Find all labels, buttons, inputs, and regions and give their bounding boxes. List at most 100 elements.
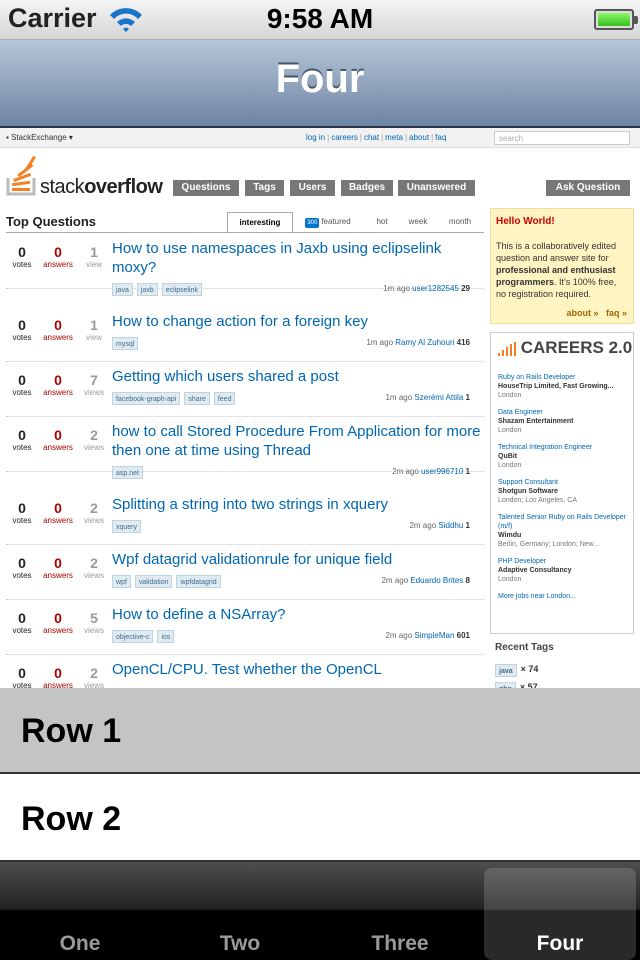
answer-count: 0 answers — [43, 427, 73, 452]
top-link[interactable]: faq — [435, 133, 446, 142]
careers-box: CAREERS 2.0 Ruby on Rails Developer House… — [490, 332, 634, 634]
job-title[interactable]: Data Engineer — [498, 408, 628, 417]
question-meta: 1m ago Ramy Al Zuhouri 416 — [366, 338, 470, 347]
about-link[interactable]: about » — [566, 308, 598, 318]
nav-title: Four — [275, 57, 365, 101]
nav-badges[interactable]: Badges — [341, 180, 393, 196]
faq-link[interactable]: faq » — [606, 308, 627, 318]
recent-tag-name[interactable]: java — [495, 664, 517, 677]
question-tag[interactable]: jaxb — [136, 283, 158, 296]
more-jobs-link[interactable]: More jobs near London... — [498, 592, 628, 601]
question-tag[interactable]: share — [184, 392, 210, 405]
user-rep: 1 — [465, 393, 470, 402]
job-listing[interactable]: Talented Senior Ruby on Rails Developer … — [498, 513, 628, 549]
question-tag[interactable]: mysql — [112, 337, 139, 350]
top-link[interactable]: log in — [306, 133, 325, 142]
user-link[interactable]: user996710 — [421, 467, 463, 476]
job-title[interactable]: PHP Developer — [498, 557, 628, 566]
top-link[interactable]: meta — [385, 133, 403, 142]
ask-question-button[interactable]: Ask Question — [546, 180, 630, 196]
question-title[interactable]: How to define a NSArray? — [112, 605, 482, 624]
tab-week[interactable]: week — [403, 212, 433, 232]
question-title[interactable]: Getting which users shared a post — [112, 367, 482, 386]
answer-count: 0 answers — [43, 610, 73, 635]
question-tag[interactable]: asp.net — [112, 466, 143, 479]
job-listing[interactable]: Ruby on Rails Developer HouseTrip Limited… — [498, 373, 628, 400]
recent-tags-title: Recent Tags — [495, 642, 554, 653]
stack-logo-icon — [6, 156, 36, 196]
user-link[interactable]: Eduardo Brites — [410, 576, 463, 585]
nav-unanswered[interactable]: Unanswered — [398, 180, 475, 196]
table-row[interactable]: Row 1 — [0, 688, 640, 774]
job-listing[interactable]: Data Engineer Shazam Entertainment London — [498, 408, 628, 435]
question-tag[interactable]: java — [112, 283, 133, 296]
question-tag[interactable]: xquery — [112, 520, 142, 533]
link-separator: | — [327, 133, 330, 142]
top-link[interactable]: chat — [364, 133, 379, 142]
careers-title[interactable]: CAREERS 2.0 — [498, 338, 632, 358]
question-tag[interactable]: eclipselink — [161, 283, 202, 296]
question-tag[interactable]: validation — [134, 575, 173, 588]
job-title[interactable]: Ruby on Rails Developer — [498, 373, 628, 382]
question-title[interactable]: OpenCL/CPU. Test whether the OpenCL — [112, 660, 482, 679]
user-rep: 29 — [461, 284, 470, 293]
question-tag[interactable]: facebook-graph-api — [112, 392, 181, 405]
tab-hot[interactable]: hot — [367, 212, 397, 232]
question-meta: 2m ago Siddhu 1 — [409, 521, 470, 530]
tab-one[interactable]: One — [0, 862, 160, 960]
top-link[interactable]: about — [409, 133, 429, 142]
job-title[interactable]: Technical Integration Engineer — [498, 443, 628, 452]
user-link[interactable]: user1282545 — [412, 284, 459, 293]
stackoverflow-logo[interactable]: stackoverflow — [6, 156, 166, 198]
job-location: London — [498, 576, 522, 583]
tab-interesting[interactable]: interesting — [227, 212, 293, 232]
job-location: London — [498, 462, 522, 469]
job-title[interactable]: Support Consultant — [498, 478, 628, 487]
question-title[interactable]: Wpf datagrid validationrule for unique f… — [112, 550, 482, 569]
nav-questions[interactable]: Questions — [173, 180, 239, 196]
question-tag[interactable]: ios — [157, 630, 175, 643]
top-links: log in | careers | chat | meta | about | faq — [306, 133, 448, 142]
question-title[interactable]: How to use namespaces in Jaxb using ecli… — [112, 239, 482, 277]
section-title: Top Questions — [6, 214, 97, 229]
job-company: Shotgun Software — [498, 488, 558, 495]
question-title[interactable]: How to change action for a foreign key — [112, 312, 482, 331]
question-tag[interactable]: wpfdatagrid — [176, 575, 221, 588]
nav-users[interactable]: Users — [290, 180, 335, 196]
question-row: 0 votes 0 answers 1 view How to use namespaces… — [6, 234, 484, 296]
job-listing[interactable]: Technical Integration Engineer QuBit Londo… — [498, 443, 628, 470]
search-input[interactable]: search — [494, 131, 630, 145]
question-tag[interactable]: objective-c — [112, 630, 154, 643]
user-link[interactable]: SimpleMan — [414, 631, 454, 640]
tab-month[interactable]: month — [445, 212, 475, 232]
job-title[interactable]: Talented Senior Ruby on Rails Developer … — [498, 513, 628, 531]
question-title[interactable]: Splitting a string into two strings in x… — [112, 495, 482, 514]
stackexchange-logo[interactable]: ▪ StackExchange ▾ — [6, 133, 73, 142]
tag-list: xquery — [112, 520, 145, 534]
job-listing[interactable]: Support Consultant Shotgun Software London… — [498, 478, 628, 505]
tab-four[interactable]: Four — [484, 868, 636, 960]
table-row[interactable]: Row 2 — [0, 776, 640, 862]
user-link[interactable]: Siddhu — [438, 521, 463, 530]
question-title[interactable]: how to call Stored Procedure From Applic… — [112, 422, 482, 460]
question-tag[interactable]: wpf — [112, 575, 131, 588]
job-location: London — [498, 427, 522, 434]
view-count: 1 view — [85, 244, 102, 269]
question-tag[interactable]: feed — [213, 392, 236, 405]
user-link[interactable]: Szerémi Attila — [414, 393, 463, 402]
nav-tags[interactable]: Tags — [245, 180, 284, 196]
job-listing[interactable]: PHP Developer Adaptive Consultancy London — [498, 557, 628, 584]
tab-featured[interactable]: 300 featured — [301, 212, 355, 232]
top-link[interactable]: careers — [331, 133, 358, 142]
tab-three[interactable]: Three — [320, 862, 480, 960]
careers-bars-icon — [498, 341, 516, 356]
user-link[interactable]: Ramy Al Zuhouri — [395, 338, 454, 347]
tab-two[interactable]: Two — [160, 862, 320, 960]
web-view[interactable]: ▪ StackExchange ▾ log in | careers | chat | me… — [0, 128, 640, 688]
vote-count: 0 votes — [12, 665, 32, 688]
tag-list: mysql — [112, 337, 142, 351]
status-bar: Carrier 9:58 AM — [0, 0, 640, 40]
question-row: 0 votes 0 answers 2 views Wpf datagrid validat… — [6, 545, 484, 600]
user-rep: 601 — [456, 631, 470, 640]
hello-links: about » faq » — [566, 307, 627, 319]
